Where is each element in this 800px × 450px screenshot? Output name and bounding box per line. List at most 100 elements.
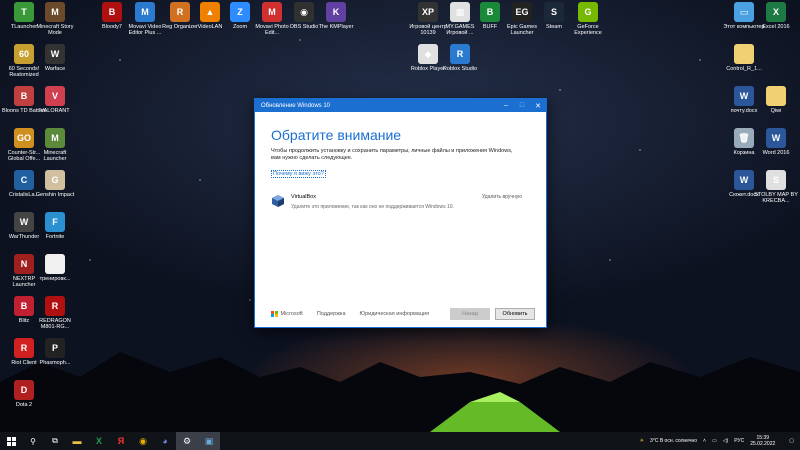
app-icon: B [480,2,500,22]
desktop-icon[interactable]: R REDRAGON M801-RG... [33,296,77,330]
app-icon: K [326,2,346,22]
maximize-icon[interactable]: □ [514,99,530,112]
app-icon: V [45,86,65,106]
app-icon [45,254,65,274]
app-icon: Z [230,2,250,22]
desktop-icon[interactable]: X Excel 2016 [754,2,798,30]
desktop-icon-label: VALORANT [40,108,70,114]
app-icon: B [14,86,34,106]
app-note: Удалите это приложение, так как оно не п… [291,204,454,210]
desktop-icon-label: Word 2016 [762,150,790,156]
app-icon [734,44,754,64]
clock[interactable]: 15:39 25.02.2022 [750,435,775,447]
language-indicator[interactable]: РУС [734,438,744,444]
app-icon: C [14,170,34,190]
desktop-icon[interactable]: W Warface [33,44,77,72]
yandex-icon[interactable]: Я [110,432,132,450]
desktop-icon[interactable]: Qiwi [754,86,798,114]
weather-text[interactable]: 3°C В осн. солнечно [650,438,697,444]
network-icon[interactable]: ▭ [712,438,717,444]
app-icon: W [766,128,786,148]
taskbar: ⚲ ⧉ ▬ X Я ◉ ◕ ⚙ ▣ ☀ 3°C В осн. солнечно … [0,432,800,450]
app-icon: ▲ [200,2,220,22]
weather-icon[interactable]: ☀ [640,438,644,444]
chrome-icon[interactable]: ◉ [132,432,154,450]
desktop-icon-label: Dota 2 [15,402,33,408]
app-icon: ◆ [418,44,438,64]
app-name: VirtualBox [291,194,316,200]
app-icon [766,86,786,106]
desktop-icon-label: GeForce Experience [574,24,602,36]
desktop-icon-label: Fortnite [45,234,65,240]
desktop-icon[interactable]: G GeForce Experience [566,2,610,36]
desktop-icon[interactable]: M Minecraft Story Mode [33,2,77,36]
app-icon: W [734,170,754,190]
desktop-icon[interactable]: W Word 2016 [754,128,798,156]
desktop-icon[interactable]: K The KMPlayer [314,2,358,30]
desktop-icon-label: тренировк... [39,276,71,282]
search-icon[interactable]: ⚲ [22,432,44,450]
desktop-icon[interactable]: тренировк... [33,254,77,282]
app-icon: G [578,2,598,22]
settings-icon[interactable]: ⚙ [176,432,198,450]
incompatible-app-row: VirtualBox Удалите это приложение, так к… [271,194,530,210]
desktop-icon-label: Qiwi [770,108,782,114]
why-link[interactable]: Почему я вижу это? [271,170,326,178]
file-explorer-icon[interactable]: ▬ [66,432,88,450]
dialog-title: Обновление Windows 10 [261,102,330,109]
app-icon: B [102,2,122,22]
desktop-icon[interactable]: Control_R_1... [722,44,766,72]
clock-date: 25.02.2022 [750,441,776,447]
desktop-icon[interactable]: M Minecraft Launcher [33,128,77,162]
app-icon: W [45,44,65,64]
app-icon: M [45,2,65,22]
desktop-icon-label: The KMPlayer [318,24,354,30]
microsoft-logo: Microsoft [271,310,303,318]
windows-update-taskbar-icon[interactable]: ▣ [198,432,220,450]
task-view-icon[interactable]: ⧉ [44,432,66,450]
discord-icon[interactable]: ◕ [154,432,176,450]
app-icon: ▦ [450,2,470,22]
refresh-button[interactable]: Обновить [495,308,535,320]
legal-link[interactable]: Юридическая информация [360,311,430,317]
app-icon: B [14,296,34,316]
desktop-icon-label: Genshin Impact [35,192,75,198]
app-icon: G [45,170,65,190]
excel-taskbar-icon[interactable]: X [88,432,110,450]
app-icon: ▭ [734,2,754,22]
dialog-titlebar[interactable]: Обновление Windows 10 – □ ✕ [255,99,546,112]
desktop-icon[interactable]: G Genshin Impact [33,170,77,198]
volume-icon[interactable]: ◁) [723,438,729,444]
app-icon: S [544,2,564,22]
desktop-icon[interactable]: V VALORANT [33,86,77,114]
close-icon[interactable]: ✕ [530,99,546,112]
windows-update-dialog: Обновление Windows 10 – □ ✕ Обратите вни… [254,98,547,328]
notifications-icon[interactable]: ▢ [789,438,794,444]
app-icon: D [14,380,34,400]
system-tray: ☀ 3°C В осн. солнечно ˄ ▭ ◁) РУС 15:39 2… [640,432,800,450]
app-icon: ◉ [294,2,314,22]
app-icon: M [135,2,155,22]
minimize-icon[interactable]: – [498,99,514,112]
desktop-icon-label: REDRAGON M801-RG... [39,318,71,330]
support-link[interactable]: Поддержка [317,311,346,317]
dialog-footer: Microsoft Поддержка Юридическая информац… [271,308,538,320]
app-icon: S [766,170,786,190]
desktop-icon-label: Minecraft Story Mode [36,24,74,36]
desktop-icon[interactable]: F Fortnite [33,212,77,240]
desktop-icon-label: Roblox Studio [442,66,478,72]
chevron-up-icon[interactable]: ˄ [703,438,706,444]
back-button[interactable]: Назад [450,308,490,320]
windows-icon [6,436,16,446]
app-icon: 🗑 [734,128,754,148]
wallpaper-mountains [0,352,800,432]
desktop-icon-label: STOLBY MAP BY KRECBA... [754,192,798,204]
app-icon: N [14,254,34,274]
desktop-icon[interactable]: P Phasmoph... [33,338,77,366]
app-icon: R [170,2,190,22]
desktop-icon[interactable]: S STOLBY MAP BY KRECBA... [754,170,798,204]
desktop-icon[interactable]: D Dota 2 [2,380,46,408]
start-button[interactable] [0,432,22,450]
desktop-icon[interactable]: R Roblox Studio [438,44,482,72]
app-icon: GO [14,128,34,148]
